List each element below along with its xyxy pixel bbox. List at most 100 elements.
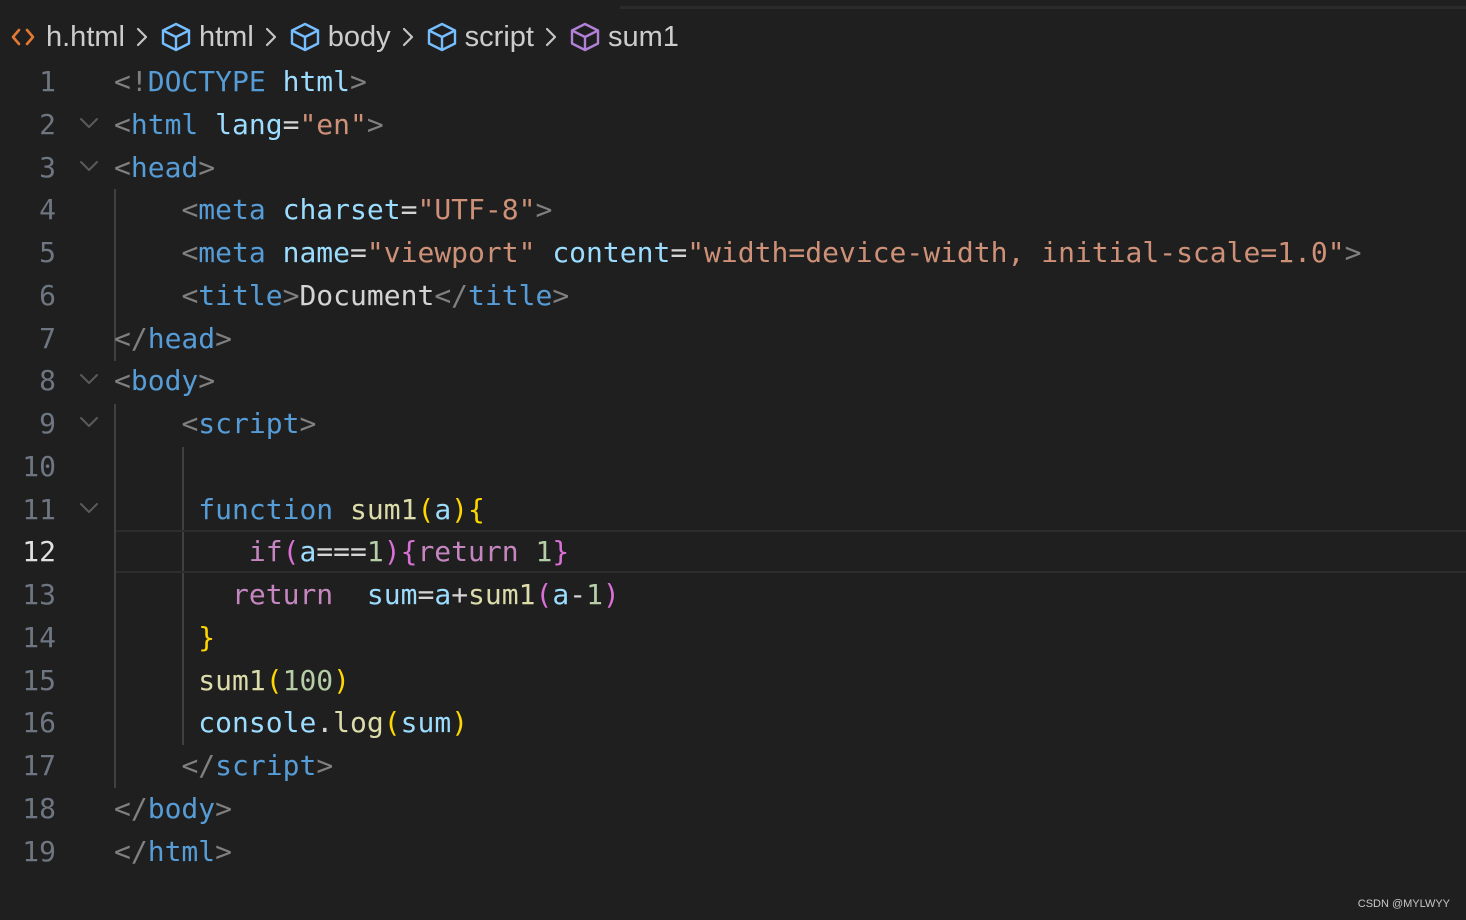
breadcrumb-label: html [198,20,254,53]
code-token: < [181,236,199,269]
code-token: } [552,535,570,569]
code-line[interactable]: 4 <meta charset="UTF-8"> [0,188,1466,231]
element-cube-icon [288,20,322,54]
breadcrumb-item-h-html[interactable]: h.html [6,20,125,54]
line-number: 2 [39,107,56,141]
element-cube-icon [159,20,193,54]
code-token: > [215,834,233,868]
code-token: > [215,791,233,825]
fold-chevron-down-icon[interactable] [78,158,100,174]
chevron-right-icon [258,20,284,54]
code-token: title [198,278,283,312]
code-line[interactable]: 17 </script> [0,744,1466,787]
code-line[interactable]: 8 <body> [0,359,1466,402]
code-text: </script> [114,744,333,787]
fold-chevron-down-icon[interactable] [78,115,100,131]
line-number: 18 [22,791,56,825]
line-number: 3 [39,150,56,184]
code-token: 1 [535,535,553,569]
code-line[interactable]: 11 function sum1(a){ [0,488,1466,531]
code-token: > [215,321,233,355]
code-token: { [468,492,485,526]
code-token: </ [181,749,216,782]
line-number: 10 [22,449,56,483]
code-token: < [181,193,199,227]
fold-chevron-down-icon[interactable] [78,371,100,387]
code-line[interactable]: 1 <!DOCTYPE html> [0,60,1466,103]
line-number: 8 [39,364,56,398]
code-text: } [114,616,215,659]
code-line[interactable]: 12 if(a===1){return 1} [0,530,1466,574]
code-text: </head> [114,317,232,360]
code-token: = [350,236,367,269]
code-token: body [130,364,199,398]
code-token: > [198,364,216,398]
line-number: 12 [22,535,56,569]
code-line[interactable]: 7 </head> [0,317,1466,360]
code-token: ) [383,535,401,569]
code-token: . [316,706,334,740]
line-number: 14 [22,620,56,654]
line-number: 17 [22,749,56,782]
code-text: <!DOCTYPE html> [114,60,367,103]
fold-chevron-down-icon[interactable] [78,414,100,430]
code-token: function [198,492,334,526]
code-token: sum1 [350,492,418,526]
line-number: 7 [39,321,56,355]
code-token: </ [114,791,148,825]
code-token: a [434,578,452,611]
line-number: 9 [39,407,56,440]
code-token: a [434,492,452,526]
code-token: > [552,278,570,312]
code-line[interactable]: 6 <title>Document</title> [0,274,1466,317]
code-text: <body> [114,359,215,402]
code-line[interactable]: 3 <head> [0,146,1466,189]
code-token: === [316,535,367,569]
code-line[interactable]: 18 </body> [0,787,1466,830]
code-token: content [552,236,671,269]
code-line[interactable]: 9 <script> [0,402,1466,445]
code-token: } [198,620,216,654]
breadcrumb-item-html[interactable]: html [159,20,254,54]
code-token: sum [400,706,452,740]
code-token: + [451,578,469,611]
code-line[interactable]: 16 console.log(sum) [0,701,1466,744]
code-token: script [198,407,300,440]
code-line[interactable]: 5 <meta name="viewport" content="width=d… [0,231,1466,274]
code-token: ) [451,492,469,526]
code-token: ) [333,663,351,697]
code-line[interactable]: 2 <html lang="en"> [0,103,1466,146]
code-line[interactable]: 10 [0,445,1466,488]
code-token: - [569,578,587,611]
code-token: > [282,278,300,312]
code-text: <html lang="en"> [114,103,384,146]
code-text: </html> [114,830,232,873]
breadcrumb-label: script [464,20,534,53]
breadcrumb-item-script[interactable]: script [425,20,534,54]
fold-chevron-down-icon[interactable] [78,500,100,516]
breadcrumb-item-sum1[interactable]: sum1 [568,20,679,54]
code-line[interactable]: 15 sum1(100) [0,659,1466,702]
code-token: meta [198,236,266,269]
code-token: < [114,364,131,398]
line-number: 1 [39,65,56,98]
breadcrumb-item-body[interactable]: body [288,20,391,54]
code-token: < [114,107,131,141]
code-line[interactable]: 13 return sum=a+sum1(a-1) [0,573,1466,616]
code-line[interactable]: 19 </html> [0,830,1466,873]
code-line[interactable]: 14 } [0,616,1466,659]
code-text: console.log(sum) [114,701,468,744]
code-token: sum [366,578,418,611]
code-token: title [468,278,553,312]
